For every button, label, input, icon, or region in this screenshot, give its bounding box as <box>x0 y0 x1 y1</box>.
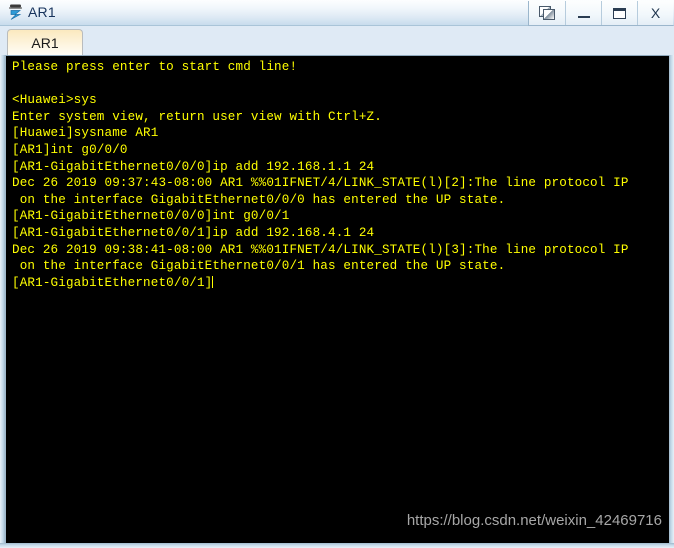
restore-windows-icon <box>538 5 556 21</box>
terminal-line: on the interface GigabitEthernet0/0/1 ha… <box>12 259 506 274</box>
terminal-line: Dec 26 2019 09:37:43-08:00 AR1 %%01IFNET… <box>12 176 629 191</box>
tab-ar1[interactable]: AR1 <box>7 29 83 55</box>
maximize-icon <box>613 7 626 19</box>
terminal-line: Please press enter to start cmd line! <box>12 60 298 74</box>
restore-button[interactable] <box>529 1 565 25</box>
watermark-text: https://blog.csdn.net/weixin_42469716 <box>406 512 662 529</box>
terminal-line: <Huawei>sys <box>12 93 97 108</box>
terminal-line: [AR1-GigabitEthernet0/0/1]ip add 192.168… <box>12 225 375 240</box>
text-cursor <box>212 275 214 288</box>
ar1-console-window: AR1 X AR1 Please press enter to start cm… <box>0 0 674 548</box>
window-controls: X <box>528 1 673 26</box>
close-button[interactable]: X <box>637 1 673 25</box>
terminal-console[interactable]: Please press enter to start cmd line! <Hu… <box>5 55 669 543</box>
terminal-line: Enter system view, return user view with… <box>12 109 382 124</box>
window-left-edge <box>0 55 5 548</box>
title-bar: AR1 X <box>0 0 674 26</box>
close-icon: X <box>650 5 661 21</box>
terminal-line: [AR1-GigabitEthernet0/0/0]int g0/0/1 <box>12 209 290 224</box>
maximize-button[interactable] <box>601 1 637 25</box>
terminal-line: [AR1-GigabitEthernet0/0/1] <box>12 275 214 290</box>
terminal-line: [Huawei]sysname AR1 <box>12 126 159 141</box>
tab-ar1-label: AR1 <box>31 34 59 51</box>
terminal-output: Please press enter to start cmd line! <Hu… <box>12 59 629 291</box>
terminal-line: [AR1]int g0/0/0 <box>12 142 128 157</box>
router-device-icon <box>6 3 26 22</box>
terminal-line: [AR1-GigabitEthernet0/0/0]ip add 192.168… <box>12 159 375 174</box>
minimize-button[interactable] <box>565 1 601 25</box>
terminal-line: Dec 26 2019 09:38:41-08:00 AR1 %%01IFNET… <box>12 242 629 257</box>
terminal-line: on the interface GigabitEthernet0/0/0 ha… <box>12 192 506 207</box>
window-right-edge <box>669 55 674 548</box>
tab-strip: AR1 <box>0 26 674 55</box>
minimize-icon <box>577 16 590 18</box>
window-bottom-edge <box>0 543 674 548</box>
window-title: AR1 <box>28 4 56 20</box>
